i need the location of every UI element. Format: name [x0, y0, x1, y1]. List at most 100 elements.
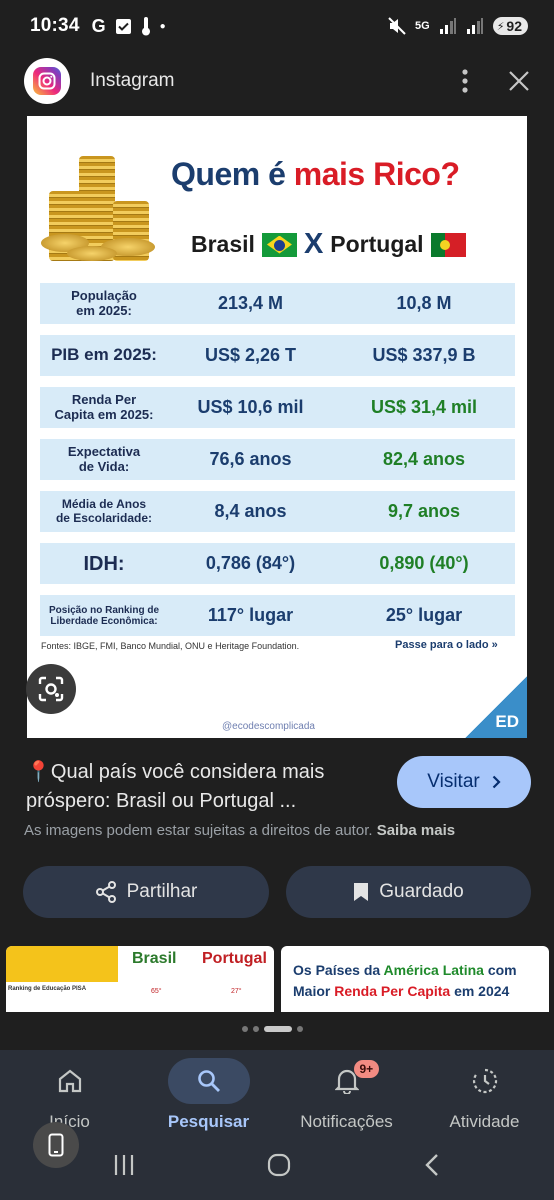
share-button[interactable]: Partilhar	[23, 866, 269, 918]
signal-roaming-icon	[466, 18, 483, 34]
comparison-row: Média de Anos de Escolaridade: 8,4 anos …	[40, 491, 515, 532]
share-label: Partilhar	[126, 881, 198, 902]
search-icon	[197, 1070, 220, 1092]
comparison-row: Posição no Ranking de Liberdade Econômic…	[40, 595, 515, 636]
result-title[interactable]: 📍Qual país você considera mais próspero:…	[26, 758, 376, 816]
carousel-dot-active	[264, 1026, 292, 1032]
copyright-text: As imagens podem estar sujeitas a direit…	[24, 822, 373, 839]
brand-badge: ED	[465, 676, 527, 738]
infographic-title: Quem é mais Rico?	[171, 156, 460, 193]
thumb-row-label: Ranking de Educação PISA	[8, 986, 87, 992]
more-vert-icon[interactable]	[462, 69, 468, 93]
double-chevron-right-icon: »	[491, 639, 498, 651]
row-value-portugal: 10,8 M	[396, 293, 452, 313]
nav-label: Atividade	[449, 1112, 520, 1131]
nav-item-search[interactable]: Pesquisar	[139, 1058, 278, 1132]
bookmark-icon	[354, 883, 369, 901]
learn-more-link[interactable]: Saiba mais	[377, 822, 455, 839]
row-label: IDH:	[83, 552, 125, 575]
related-image-card[interactable]: Os Países da América Latina com Maior Re…	[281, 946, 549, 1012]
title-accent: mais Rico?	[293, 156, 460, 192]
comparison-row: IDH: 0,786 (84°) 0,890 (40°)	[40, 543, 515, 584]
swipe-hint-label: Passe para o lado	[395, 639, 489, 651]
row-value-portugal: 0,890 (40°)	[379, 553, 469, 573]
comparison-row: Renda Per Capita em 2025: US$ 10,6 mil U…	[40, 387, 515, 428]
row-value-portugal: 25° lugar	[385, 605, 463, 625]
battery-level: 92	[506, 18, 522, 34]
copyright-note: As imagens podem estar sujeitas a direit…	[24, 822, 455, 839]
close-icon[interactable]	[508, 70, 530, 92]
visit-button[interactable]: Visitar	[397, 756, 531, 808]
row-value-portugal: US$ 31,4 mil	[370, 397, 478, 417]
row-value-brasil: 76,6 anos	[209, 449, 292, 469]
versus-row: Brasil X Portugal	[191, 228, 466, 261]
nav-item-home[interactable]: Início	[0, 1058, 139, 1132]
back-icon[interactable]	[424, 1153, 440, 1177]
thumb-text: Maior	[293, 983, 331, 999]
nav-item-notifications[interactable]: 9+ Notificações	[277, 1058, 416, 1132]
signal-icon	[439, 18, 456, 34]
system-navigation-bar	[0, 1148, 554, 1182]
thumb-text: com	[487, 962, 517, 978]
author-handle: @ecodescomplicada	[222, 721, 315, 732]
row-value-brasil: 117° lugar	[207, 605, 294, 625]
saved-button[interactable]: Guardado	[286, 866, 531, 918]
comparison-row: Expectativa de Vida: 76,6 anos 82,4 anos	[40, 439, 515, 480]
status-time: 10:34	[30, 15, 80, 36]
row-value-brasil: 0,786 (84°)	[205, 553, 296, 573]
thumb-title-line: Os Países da América Latina com	[293, 960, 549, 981]
home-icon	[58, 1069, 81, 1093]
nav-label: Pesquisar	[167, 1112, 250, 1131]
source-title: Instagram	[90, 70, 175, 91]
title-prefix: Quem é	[171, 156, 286, 192]
row-value-brasil: US$ 10,6 mil	[197, 397, 304, 417]
chevron-right-icon	[492, 775, 501, 789]
comparison-row: PIB em 2025: US$ 2,26 T US$ 337,9 B	[40, 335, 515, 376]
gold-coins-illustration	[41, 146, 161, 261]
checkbox-notification-icon	[115, 18, 131, 34]
instagram-logo-icon	[24, 58, 70, 104]
portugal-flag-icon	[430, 232, 466, 257]
row-label: Expectativa de Vida:	[67, 444, 141, 474]
brand-badge-label: ED	[495, 712, 519, 731]
visit-label: Visitar	[427, 771, 480, 792]
lens-icon	[38, 676, 64, 702]
country-a-label: Brasil	[191, 231, 255, 257]
battery-saver-icon: ⚡	[496, 20, 505, 33]
saved-label: Guardado	[379, 881, 464, 902]
sources-note: Fontes: IBGE, FMI, Banco Mundial, ONU e …	[41, 641, 300, 651]
thumb-text-accent: Renda Per Capita	[334, 983, 451, 999]
activity-icon	[472, 1068, 497, 1094]
related-image-card[interactable]: Brasil Portugal Ranking de Educação PISA…	[6, 946, 274, 1012]
status-system-icons: 5G ⚡ 92	[388, 17, 528, 35]
row-value-brasil: 213,4 M	[217, 293, 284, 313]
notification-badge: 9+	[353, 1060, 380, 1078]
network-type: 5G	[415, 20, 430, 32]
thumb-header-block	[6, 946, 118, 982]
thumb-text: em 2024	[454, 983, 510, 999]
row-value-portugal: 9,7 anos	[387, 501, 461, 521]
home-button-icon[interactable]	[267, 1153, 291, 1177]
country-b-label: Portugal	[330, 231, 424, 257]
thumb-header-brasil: Brasil	[132, 950, 177, 967]
row-label: Renda Per Capita em 2025:	[54, 392, 154, 422]
result-image[interactable]: Quem é mais Rico? Brasil X Portugal Popu…	[27, 116, 527, 738]
dot-icon: ●	[159, 20, 166, 32]
row-value-portugal: US$ 337,9 B	[372, 345, 476, 365]
status-bar: 10:34 G ● 5G ⚡ 92	[0, 0, 554, 52]
versus-label: X	[303, 228, 324, 260]
nav-item-activity[interactable]: Atividade	[415, 1058, 554, 1132]
lens-search-button[interactable]	[26, 664, 76, 714]
row-label: População em 2025:	[71, 288, 137, 318]
carousel-dot	[297, 1026, 303, 1032]
battery-indicator: ⚡ 92	[492, 17, 528, 35]
row-value-brasil: US$ 2,26 T	[204, 345, 297, 365]
swipe-hint: Passe para o lado »	[395, 639, 498, 651]
google-icon: G	[91, 15, 106, 36]
thumb-header-portugal: Portugal	[202, 950, 267, 967]
recents-icon[interactable]	[113, 1154, 135, 1176]
thermometer-icon	[141, 17, 150, 36]
row-label: Posição no Ranking de Liberdade Econômic…	[48, 604, 160, 627]
row-label: Média de Anos de Escolaridade:	[55, 497, 153, 525]
row-value-brasil: 8,4 anos	[214, 501, 287, 521]
